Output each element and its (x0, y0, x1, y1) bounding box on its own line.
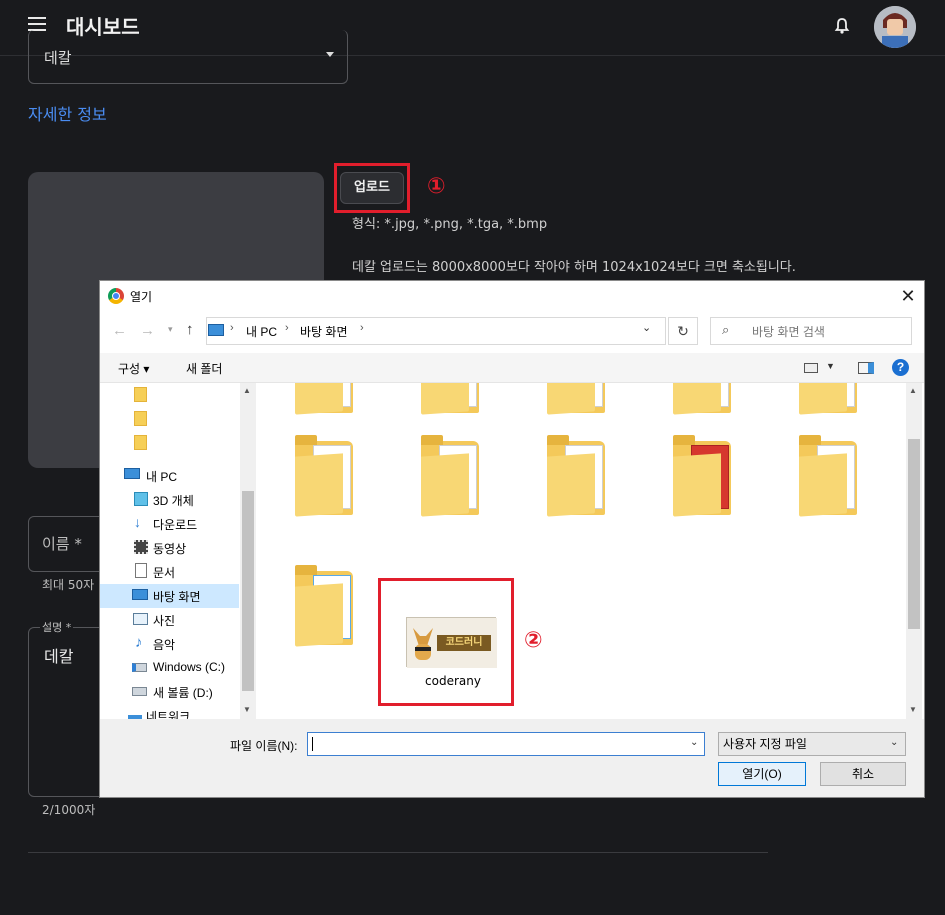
open-button[interactable]: 열기(O) (718, 762, 806, 786)
file-list (257, 383, 907, 719)
tree-item-drive-d[interactable]: 새 볼륨 (D:) (153, 684, 213, 701)
name-hint: 최대 50자 (42, 578, 95, 592)
view-dropdown-icon[interactable]: ▼ (826, 361, 835, 371)
notification-bell-icon[interactable] (832, 16, 852, 36)
name-field-label: 이름 * (42, 535, 82, 553)
filename-dropdown-icon[interactable]: ⌄ (690, 737, 698, 748)
refresh-icon[interactable]: ↻ (668, 317, 698, 345)
music-icon: ♪ (135, 634, 143, 651)
menu-icon[interactable] (28, 17, 46, 31)
decal-note: 데칼 업로드는 8000x8000보다 작아야 하며 1024x1024보다 크… (352, 260, 796, 275)
breadcrumb-pc[interactable]: 내 PC (246, 323, 277, 340)
search-placeholder: 바탕 화면 검색 (752, 325, 825, 339)
download-icon: ↓ (134, 514, 141, 530)
picture-icon (133, 613, 148, 625)
tree-item-pictures[interactable]: 사진 (153, 612, 175, 629)
view-icon[interactable] (804, 363, 818, 373)
cancel-button[interactable]: 취소 (820, 762, 906, 786)
forward-arrow-icon[interactable]: → (140, 322, 155, 339)
upload-highlight-box (334, 163, 410, 213)
divider (28, 852, 768, 853)
avatar[interactable] (874, 6, 916, 48)
filename-input[interactable] (307, 732, 705, 756)
tree-item-3d-objects[interactable]: 3D 개체 (153, 492, 194, 509)
tree-item-downloads[interactable]: 다운로드 (153, 516, 197, 533)
details-link[interactable]: 자세한 정보 (28, 101, 107, 125)
step-marker-2: ② (524, 628, 543, 653)
tree-item-documents[interactable]: 문서 (153, 564, 175, 581)
formats-text: 형식: *.jpg, *.png, *.tga, *.bmp (352, 217, 548, 232)
description-count: 2/1000자 (42, 803, 96, 817)
folder-icon[interactable] (134, 387, 147, 402)
file-list-scrollbar-thumb[interactable] (908, 439, 920, 629)
file-highlight-box (378, 578, 514, 706)
preview-pane-icon[interactable] (858, 362, 874, 374)
breadcrumb-desktop[interactable]: 바탕 화면 (300, 323, 348, 340)
search-icon: ⌕ (722, 322, 730, 337)
recent-dropdown-icon[interactable]: ▾ (168, 324, 173, 335)
folder-icon[interactable] (295, 563, 357, 647)
folder-icon[interactable] (799, 433, 861, 517)
folder-icon[interactable] (134, 435, 147, 450)
tree-item-videos[interactable]: 동영상 (153, 540, 186, 557)
folder-icon[interactable] (673, 433, 735, 517)
organize-button[interactable]: 구성 ▾ (118, 360, 149, 377)
tree-item-drive-c[interactable]: Windows (C:) (153, 660, 225, 674)
drive-icon (132, 687, 147, 696)
folder-icon[interactable] (295, 383, 357, 415)
scroll-down-icon[interactable]: ▼ (243, 705, 251, 714)
chevron-right-icon: › (360, 322, 364, 334)
drive-icon (132, 663, 147, 672)
address-dropdown-icon[interactable]: ⌄ (642, 321, 651, 334)
cube-icon (134, 492, 148, 506)
step-marker-1: ① (427, 174, 446, 199)
close-button[interactable]: ✕ (896, 284, 920, 308)
scroll-up-icon[interactable]: ▲ (909, 386, 917, 395)
video-icon (134, 540, 148, 554)
folder-icon[interactable] (421, 433, 483, 517)
type-select[interactable] (28, 30, 348, 84)
folder-icon[interactable] (134, 411, 147, 426)
scroll-down-icon[interactable]: ▼ (909, 705, 917, 714)
description-value: 데칼 (44, 647, 74, 666)
text-caret (312, 737, 313, 751)
up-arrow-icon[interactable]: ↑ (186, 321, 194, 338)
tree-item-music[interactable]: 음악 (153, 636, 175, 653)
help-icon[interactable]: ? (892, 359, 909, 376)
folder-icon[interactable] (295, 433, 357, 517)
folder-icon[interactable] (421, 383, 483, 415)
new-folder-button[interactable]: 새 폴더 (186, 360, 222, 377)
tree-item-desktop[interactable]: 바탕 화면 (153, 588, 201, 605)
folder-icon[interactable] (547, 433, 609, 517)
desktop-icon (132, 589, 148, 600)
chevron-right-icon: › (230, 322, 234, 334)
filetype-dropdown-icon[interactable]: ⌄ (890, 737, 898, 748)
tree-item-network[interactable]: 네트워크 (146, 708, 240, 719)
filename-label: 파일 이름(N): (230, 739, 298, 753)
tree-item-my-pc[interactable]: 내 PC (146, 468, 177, 485)
type-select-value: 데칼 (44, 49, 72, 67)
back-arrow-icon[interactable]: ← (112, 322, 127, 339)
dialog-titlebar (100, 281, 924, 311)
dialog-title: 열기 (130, 290, 153, 304)
chevron-right-icon: › (285, 322, 289, 334)
folder-icon[interactable] (547, 383, 609, 415)
chevron-down-icon (326, 52, 334, 57)
computer-icon (124, 468, 140, 479)
document-icon (135, 563, 147, 578)
filetype-select[interactable]: 사용자 지정 파일 (718, 732, 906, 756)
open-file-dialog: 열기 ✕ ← → ▾ ↑ › 내 PC › 바탕 화면 › ⌄ ↻ ⌕ 바탕 화… (100, 281, 924, 797)
folder-icon[interactable] (799, 383, 861, 415)
scroll-up-icon[interactable]: ▲ (243, 386, 251, 395)
folder-icon[interactable] (673, 383, 735, 415)
navigation-scrollbar-thumb[interactable] (242, 491, 254, 691)
computer-icon (208, 324, 224, 336)
command-bar (100, 353, 924, 383)
description-label: 설명 * (40, 619, 74, 635)
chrome-icon (108, 288, 124, 304)
